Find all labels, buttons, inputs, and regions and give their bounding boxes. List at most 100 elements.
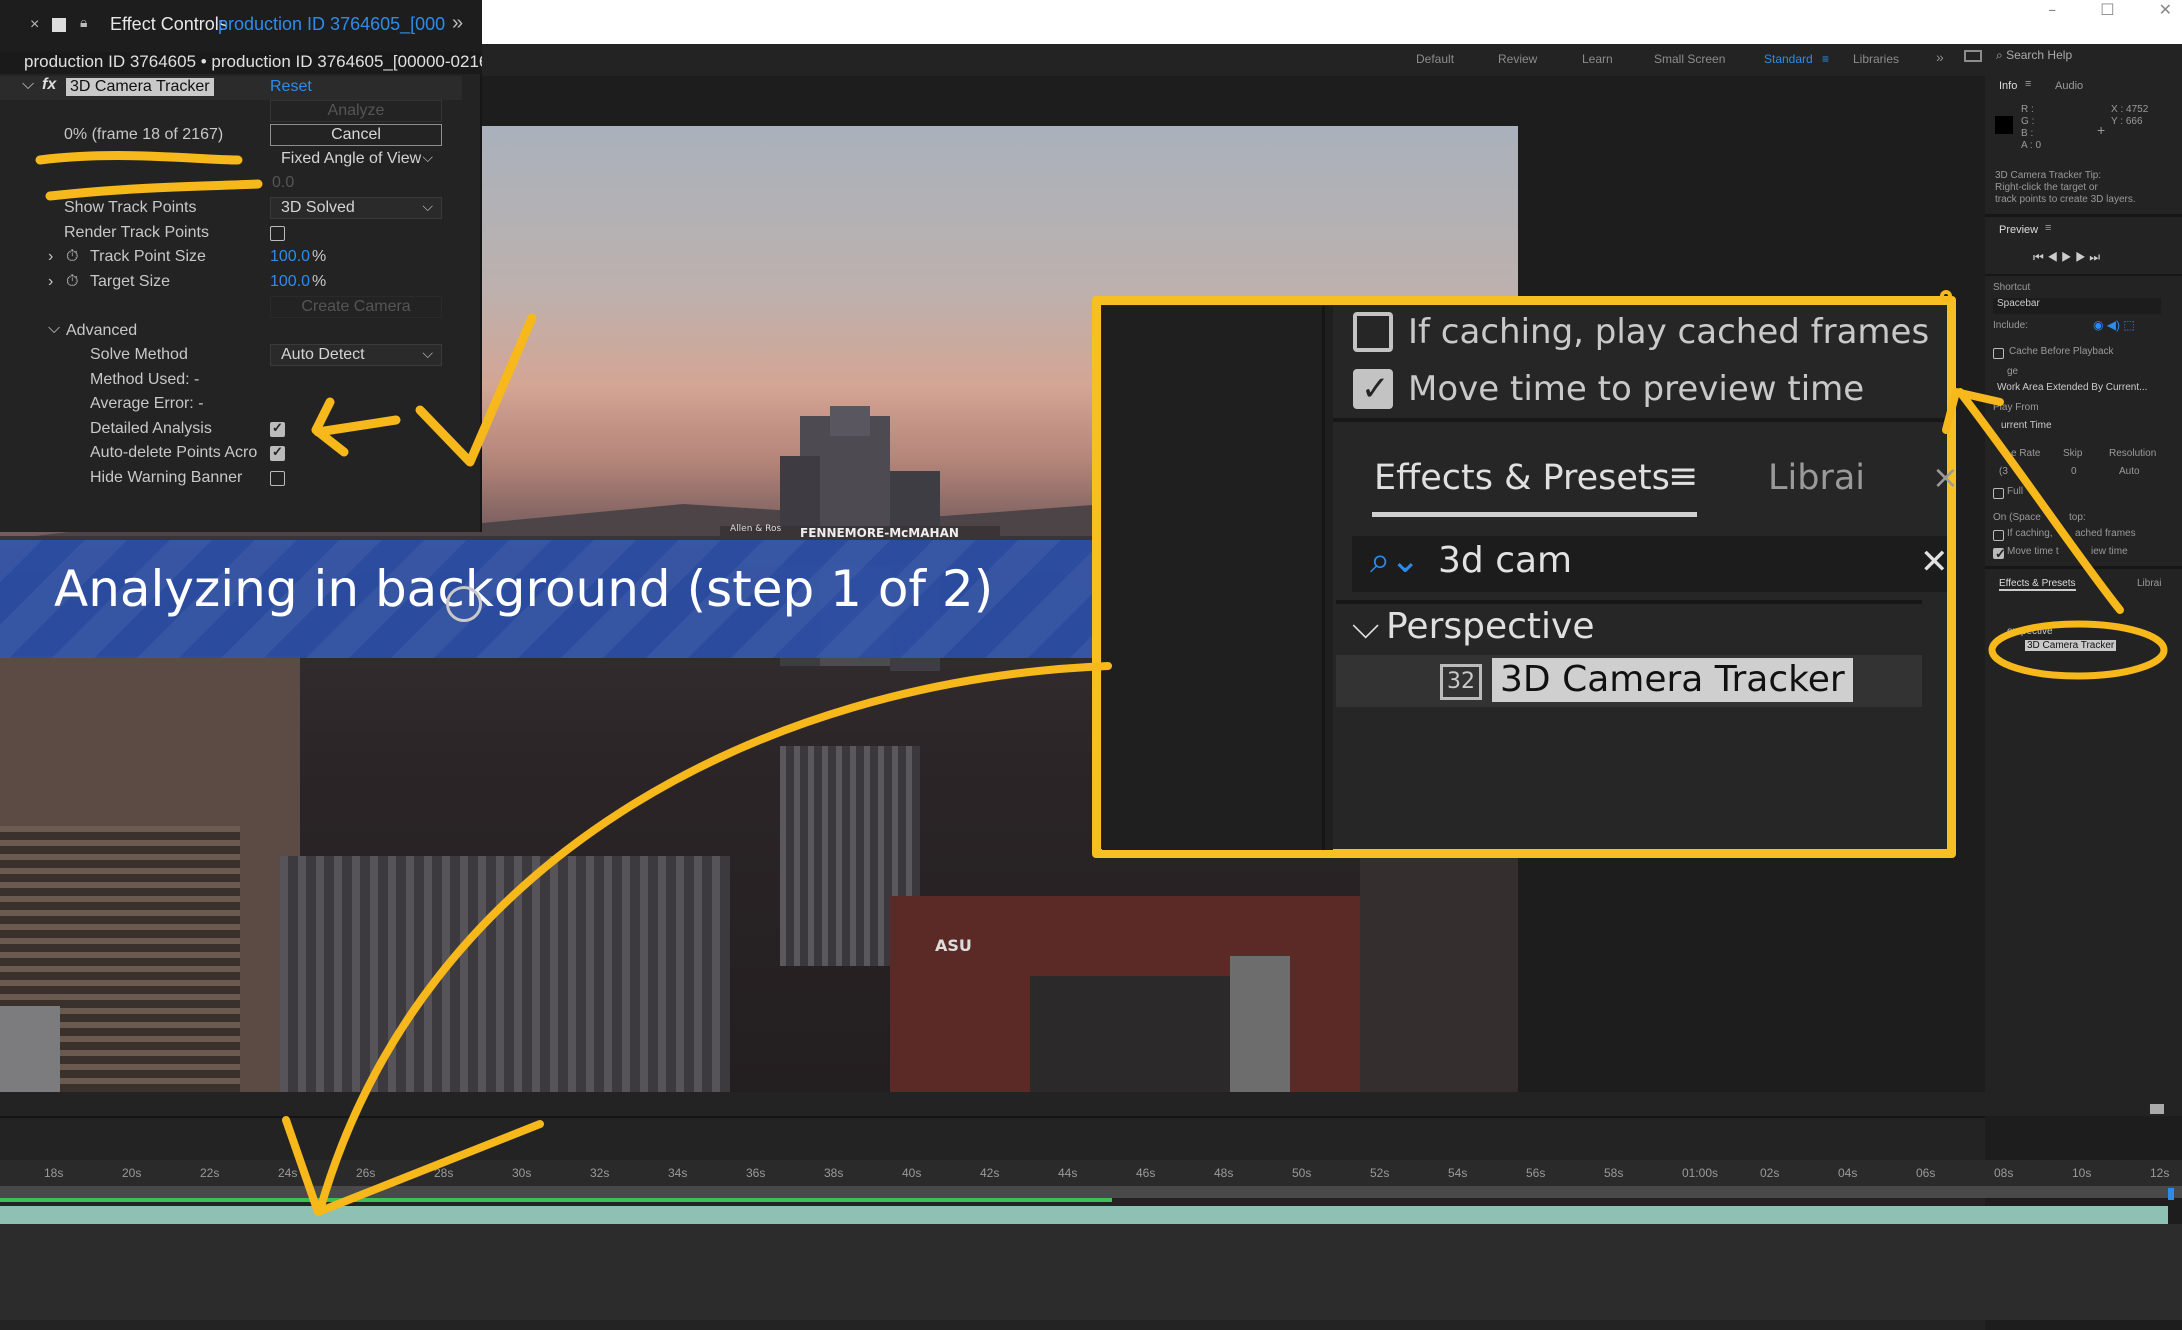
maximize-icon[interactable]: ☐: [2100, 0, 2114, 20]
frame-rate-dropdown[interactable]: (3: [1999, 466, 2008, 477]
average-error: Average Error: -: [90, 395, 204, 412]
workspace-tab-standard[interactable]: Standard: [1764, 52, 1813, 66]
move-time-checkbox[interactable]: [1993, 546, 2006, 562]
panel-icon: [52, 18, 66, 32]
work-area-bar[interactable]: [0, 1186, 2182, 1198]
help-search[interactable]: ⌕ Search Help: [1996, 48, 2182, 70]
play-from-dropdown[interactable]: urrent Time: [1999, 420, 2167, 436]
lock-icon[interactable]: 🔒︎: [80, 14, 87, 31]
stopwatch-icon[interactable]: ⏱: [66, 248, 78, 266]
tab-effects-presets-zoomed[interactable]: Effects & Presets: [1374, 458, 1670, 498]
workspace-tab-review[interactable]: Review: [1498, 52, 1537, 66]
shortcut-dropdown[interactable]: Spacebar: [1993, 298, 2161, 314]
time-tick-label: 24s: [278, 1166, 298, 1180]
chevron-right-icon[interactable]: ›: [48, 248, 53, 266]
create-camera-button[interactable]: Create Camera: [270, 296, 442, 318]
skip-dropdown[interactable]: 0: [2071, 466, 2077, 477]
effects-search-input[interactable]: 3d cam: [1438, 540, 1572, 581]
detailed-analysis-row: Detailed Analysis: [0, 418, 462, 442]
window-controls[interactable]: – ☐ ✕: [2048, 0, 2172, 20]
tab-file-name[interactable]: production ID 3764605_[000: [218, 14, 445, 35]
effect-name[interactable]: 3D Camera Tracker: [66, 78, 214, 96]
target-size-value[interactable]: 100.0: [270, 273, 310, 291]
chevron-down-icon[interactable]: ⌵: [1352, 606, 1379, 648]
track-point-size-value[interactable]: 100.0: [270, 248, 310, 266]
workspace-tab-libraries[interactable]: Libraries: [1853, 52, 1899, 66]
chevron-right-icon[interactable]: ›: [48, 273, 53, 291]
show-track-points-label: Show Track Points: [64, 199, 197, 216]
preview-transport-icons[interactable]: ⏮ ◀ ▶ ▶ ⏭: [2033, 250, 2100, 265]
panel-resize-icon[interactable]: [2150, 1104, 2164, 1114]
stopwatch-icon[interactable]: ⏱: [66, 273, 78, 291]
fx-icon[interactable]: fx: [42, 76, 56, 94]
detailed-analysis-checkbox[interactable]: [270, 420, 285, 437]
building-sign: ASU: [935, 936, 972, 955]
time-tick-label: 42s: [980, 1166, 1000, 1180]
effects-menu-icon[interactable]: ≡: [1668, 456, 1698, 497]
time-tick-label: 50s: [1292, 1166, 1312, 1180]
move-time-checkbox-zoomed[interactable]: [1353, 369, 1393, 409]
divider: [1985, 274, 2182, 276]
more-panels-icon[interactable]: »: [452, 12, 463, 35]
search-help-input[interactable]: Search Help: [2006, 48, 2072, 62]
range-dropdown[interactable]: Work Area Extended By Current...: [1993, 382, 2179, 398]
time-tick-label: 06s: [1916, 1166, 1936, 1180]
analysis-progress: 0% (frame 18 of 2167): [64, 126, 224, 143]
time-tick-label: 52s: [1370, 1166, 1390, 1180]
advanced-label[interactable]: Advanced: [66, 322, 137, 340]
cache-before-checkbox[interactable]: [1993, 348, 2004, 359]
layer-track-bar[interactable]: [0, 1206, 2168, 1224]
chevron-down-icon[interactable]: ⌵: [22, 76, 34, 94]
percent-unit: %: [312, 248, 327, 265]
workspace-panel-icon[interactable]: [1964, 50, 1982, 62]
time-tick-label: 28s: [434, 1166, 454, 1180]
progress-row: 0% (frame 18 of 2167) Cancel: [0, 124, 462, 148]
workspace-tab-learn[interactable]: Learn: [1582, 52, 1613, 66]
resolution-dropdown[interactable]: Auto: [2119, 466, 2140, 477]
tab-info[interactable]: Info: [1999, 80, 2017, 92]
auto-delete-checkbox[interactable]: [270, 444, 285, 461]
include-label: Include:: [1993, 320, 2029, 331]
chevron-down-icon[interactable]: ⌵: [48, 320, 60, 338]
more-workspaces-icon[interactable]: »: [1936, 49, 1944, 65]
cache-play-checkbox[interactable]: [1353, 312, 1393, 352]
workspace-tab-default[interactable]: Default: [1416, 52, 1454, 66]
minimize-icon[interactable]: –: [2048, 0, 2056, 20]
track-target-icon[interactable]: [446, 586, 482, 622]
playhead-end[interactable]: [2168, 1188, 2174, 1200]
hide-warning-checkbox[interactable]: [270, 471, 285, 486]
analyze-button[interactable]: Analyze: [270, 100, 442, 122]
tab-audio[interactable]: Audio: [2055, 80, 2083, 92]
solve-method-dropdown[interactable]: Auto Detect: [270, 343, 442, 366]
include-icons[interactable]: ◉ ◀) ⬚: [2093, 318, 2135, 332]
full-screen-checkbox[interactable]: [1993, 488, 2004, 499]
close-tab-icon[interactable]: ×: [30, 16, 39, 34]
if-caching-label: If caching,: [2007, 528, 2053, 539]
close-icon[interactable]: ✕: [2159, 0, 2172, 20]
panel-menu-icon[interactable]: ≡: [2025, 78, 2031, 90]
shot-type-dropdown[interactable]: Fixed Angle of View: [270, 147, 442, 170]
show-track-points-dropdown[interactable]: 3D Solved: [270, 196, 442, 219]
divider: [1333, 418, 1947, 422]
perspective-group-zoomed[interactable]: Perspective: [1386, 606, 1595, 647]
cancel-button[interactable]: Cancel: [270, 124, 442, 146]
tab-preview[interactable]: Preview: [1999, 224, 2038, 236]
workspace-menu-icon[interactable]: ≡: [1822, 52, 1829, 66]
tab-effects-presets[interactable]: Effects & Presets: [1999, 578, 2076, 591]
time-tick-label: 18s: [44, 1166, 64, 1180]
divider: [1322, 306, 1325, 850]
perspective-group[interactable]: erspective: [2007, 626, 2053, 637]
workspace-tab-small-screen[interactable]: Small Screen: [1654, 52, 1725, 66]
render-track-points-checkbox[interactable]: [270, 226, 285, 241]
time-tick-label: 38s: [824, 1166, 844, 1180]
close-panel-icon[interactable]: ×: [1932, 458, 1959, 496]
tab-libraries[interactable]: Librai: [2137, 578, 2161, 589]
3d-camera-tracker-item[interactable]: 3D Camera Tracker: [2025, 640, 2117, 651]
tab-libraries-zoomed[interactable]: Librai: [1768, 458, 1865, 498]
tab-effect-controls[interactable]: Effect Controls: [110, 14, 228, 35]
reset-link[interactable]: Reset: [270, 78, 312, 96]
clear-search-icon[interactable]: ✕: [1920, 542, 1949, 582]
panel-menu-icon[interactable]: ≡: [2045, 222, 2051, 234]
if-caching-checkbox[interactable]: [1993, 530, 2004, 541]
3d-camera-tracker-zoomed[interactable]: 3D Camera Tracker: [1492, 658, 1853, 702]
